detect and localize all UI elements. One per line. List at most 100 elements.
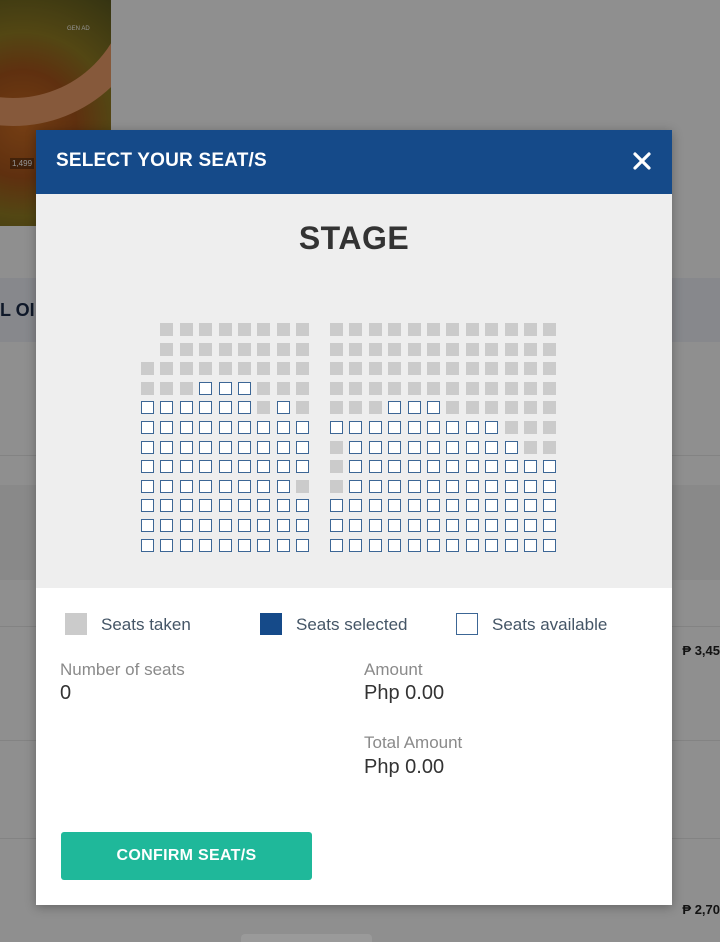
seat-right-r10-c11-available[interactable] [524,499,537,513]
seat-right-r10-c5-available[interactable] [407,499,421,513]
seat-left-r7-c2-available[interactable] [160,440,174,454]
seat-right-r6-c1-available[interactable] [330,421,343,434]
seat-right-r7-c4-available[interactable] [388,440,402,454]
seat-left-r8-c5-available[interactable] [218,460,232,474]
seat-left-r5-c2-available[interactable] [160,401,174,415]
seat-right-r11-c9-available[interactable] [485,519,499,532]
seat-right-r7-c3-available[interactable] [368,440,382,454]
seat-right-r9-c8-available[interactable] [465,479,479,493]
seat-right-r8-c5-available[interactable] [407,460,421,474]
seat-right-r6-c7-available[interactable] [446,421,460,434]
seat-right-r10-c1-available[interactable] [330,499,343,513]
seat-left-r11-c1-available[interactable] [141,519,154,532]
seat-left-r5-c6-available[interactable] [238,401,251,415]
confirm-seats-button[interactable]: CONFIRM SEAT/S [61,832,312,880]
seat-right-r6-c4-available[interactable] [388,421,402,434]
seat-right-r10-c12-available[interactable] [543,499,557,513]
seat-left-r4-c4-available[interactable] [199,381,213,395]
seat-left-r9-c4-available[interactable] [199,479,213,493]
seat-right-r8-c12-available[interactable] [543,460,557,474]
seat-left-r9-c6-available[interactable] [238,479,251,493]
seat-right-r5-c6-available[interactable] [427,401,440,415]
seat-right-r8-c9-available[interactable] [485,460,499,474]
seat-left-r6-c5-available[interactable] [218,421,232,434]
seat-left-r5-c5-available[interactable] [218,401,232,415]
seat-left-r7-c3-available[interactable] [179,440,193,454]
seat-left-r12-c7-available[interactable] [257,538,271,552]
seat-right-r11-c10-available[interactable] [504,519,518,532]
seat-right-r10-c8-available[interactable] [465,499,479,513]
seat-right-r12-c6-available[interactable] [427,538,440,552]
seat-right-r12-c1-available[interactable] [330,538,343,552]
seat-left-r10-c9-available[interactable] [296,499,310,513]
seat-right-r8-c2-available[interactable] [349,460,363,474]
seat-right-r8-c4-available[interactable] [388,460,402,474]
seat-right-r12-c9-available[interactable] [485,538,499,552]
seat-left-r8-c8-available[interactable] [276,460,290,474]
seat-right-r9-c2-available[interactable] [349,479,363,493]
seat-right-r11-c3-available[interactable] [368,519,382,532]
seat-left-r6-c3-available[interactable] [179,421,193,434]
seat-right-r6-c5-available[interactable] [407,421,421,434]
seat-left-r5-c1-available[interactable] [141,401,154,415]
seat-left-r8-c1-available[interactable] [141,460,154,474]
seat-right-r10-c3-available[interactable] [368,499,382,513]
seat-right-r11-c7-available[interactable] [446,519,460,532]
seat-left-r12-c8-available[interactable] [276,538,290,552]
seat-left-r7-c4-available[interactable] [199,440,213,454]
seat-right-r8-c10-available[interactable] [504,460,518,474]
seat-left-r12-c5-available[interactable] [218,538,232,552]
seat-left-r6-c7-available[interactable] [257,421,271,434]
seat-left-r9-c1-available[interactable] [141,479,154,493]
seat-left-r4-c5-available[interactable] [218,381,232,395]
seat-left-r10-c1-available[interactable] [141,499,154,513]
seat-right-r9-c11-available[interactable] [524,479,537,493]
seat-right-r6-c2-available[interactable] [349,421,363,434]
seat-right-r6-c6-available[interactable] [427,421,440,434]
seat-left-r10-c5-available[interactable] [218,499,232,513]
seat-right-r9-c3-available[interactable] [368,479,382,493]
seat-right-r9-c7-available[interactable] [446,479,460,493]
seat-left-r5-c8-available[interactable] [276,401,290,415]
seat-left-r11-c2-available[interactable] [160,519,174,532]
seat-left-r9-c5-available[interactable] [218,479,232,493]
seat-left-r5-c4-available[interactable] [199,401,213,415]
seat-right-r10-c6-available[interactable] [427,499,440,513]
seat-right-r12-c10-available[interactable] [504,538,518,552]
seat-left-r8-c7-available[interactable] [257,460,271,474]
seat-right-r10-c10-available[interactable] [504,499,518,513]
seat-right-r12-c8-available[interactable] [465,538,479,552]
seat-left-r6-c2-available[interactable] [160,421,174,434]
seat-left-r7-c6-available[interactable] [238,440,251,454]
seat-left-r9-c7-available[interactable] [257,479,271,493]
seat-right-r6-c3-available[interactable] [368,421,382,434]
seat-left-r7-c8-available[interactable] [276,440,290,454]
seat-left-r5-c3-available[interactable] [179,401,193,415]
seat-right-r9-c9-available[interactable] [485,479,499,493]
seat-right-r5-c5-available[interactable] [407,401,421,415]
seat-right-r11-c1-available[interactable] [330,519,343,532]
seat-left-r12-c1-available[interactable] [141,538,154,552]
seat-right-r11-c11-available[interactable] [524,519,537,532]
seat-left-r11-c7-available[interactable] [257,519,271,532]
seat-right-r7-c5-available[interactable] [407,440,421,454]
seat-left-r9-c8-available[interactable] [276,479,290,493]
seat-right-r8-c3-available[interactable] [368,460,382,474]
seat-right-r12-c7-available[interactable] [446,538,460,552]
seat-left-r6-c8-available[interactable] [276,421,290,434]
seat-left-r11-c8-available[interactable] [276,519,290,532]
seat-left-r4-c6-available[interactable] [238,381,251,395]
seat-left-r7-c1-available[interactable] [141,440,154,454]
seat-right-r10-c9-available[interactable] [485,499,499,513]
seat-right-r9-c4-available[interactable] [388,479,402,493]
seat-right-r6-c9-available[interactable] [485,421,499,434]
seat-left-r10-c4-available[interactable] [199,499,213,513]
seat-left-r11-c5-available[interactable] [218,519,232,532]
seat-right-r10-c7-available[interactable] [446,499,460,513]
seat-left-r8-c9-available[interactable] [296,460,310,474]
seat-left-r9-c3-available[interactable] [179,479,193,493]
seat-left-r10-c3-available[interactable] [179,499,193,513]
seat-left-r11-c9-available[interactable] [296,519,310,532]
seat-right-r11-c5-available[interactable] [407,519,421,532]
seat-left-r10-c7-available[interactable] [257,499,271,513]
